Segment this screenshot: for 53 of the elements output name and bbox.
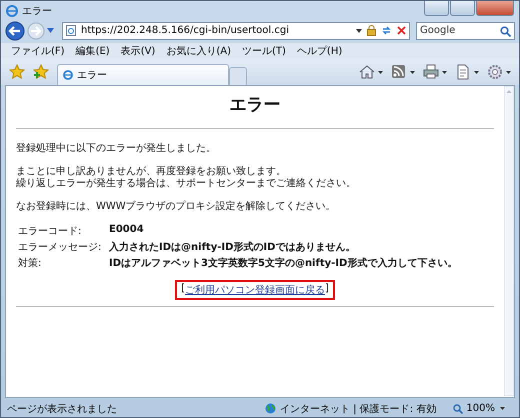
paragraph-text: 繰り返しエラーが発生する場合は、サポートセンターまでご連絡ください。 xyxy=(16,178,357,190)
globe-icon xyxy=(265,403,276,414)
menu-item[interactable]: お気に入り(A) xyxy=(166,44,231,58)
page-heading: エラー xyxy=(228,94,282,116)
back-link[interactable]: ご利用パソコン登録画面に戻る xyxy=(185,283,325,297)
dropdown-icon[interactable] xyxy=(506,70,511,74)
detail-label: エラーメッセージ: xyxy=(18,241,102,254)
detail-label: エラーコード: xyxy=(18,225,82,238)
home-icon[interactable] xyxy=(359,64,375,80)
bracket-text: ] xyxy=(325,283,329,296)
page-icon[interactable] xyxy=(455,64,471,80)
dropdown-icon[interactable] xyxy=(442,70,447,74)
paragraph-text: まことに申し訳ありませんが、再度登録をお願い致します。 xyxy=(16,166,287,178)
detail-value: IDはアルファベット3文字英数字5文字の@nifty-ID形式で入力して下さい。 xyxy=(109,256,458,270)
status-text: ページが表示されました xyxy=(7,402,118,416)
paragraph-text: なお登録時には、WWWブラウザのプロキシ設定を解除してください。 xyxy=(16,201,337,213)
detail-label: 対策: xyxy=(18,256,42,270)
detail-value: E0004 xyxy=(109,224,145,237)
refresh-icon[interactable] xyxy=(381,25,392,36)
lock-icon xyxy=(367,25,376,36)
page-icon xyxy=(66,25,76,36)
dropdown-icon[interactable] xyxy=(410,70,415,74)
zoom-control[interactable]: 100% xyxy=(453,403,505,414)
maximize-button[interactable] xyxy=(450,1,475,16)
dropdown-icon[interactable] xyxy=(378,70,383,74)
minimize-button[interactable] xyxy=(424,1,449,16)
browser-icon xyxy=(6,4,18,16)
print-icon[interactable] xyxy=(423,64,439,80)
browser-tab[interactable]: エラー xyxy=(57,64,229,85)
menu-item[interactable]: ヘルプ(H) xyxy=(296,44,342,58)
settings-icon[interactable] xyxy=(487,64,503,80)
menu-item[interactable]: 編集(E) xyxy=(76,44,110,58)
browser-icon xyxy=(63,70,73,80)
bracket-text: [ xyxy=(181,283,185,296)
star-icon[interactable] xyxy=(9,64,25,80)
menu-item[interactable]: ツール(T) xyxy=(242,44,286,58)
back-icon[interactable] xyxy=(5,20,25,40)
window-title: エラー xyxy=(22,4,52,18)
menu-item[interactable]: 表示(V) xyxy=(120,44,156,58)
paragraph-text: 登録処理中に以下のエラーが発生しました。 xyxy=(16,143,217,155)
dropdown-icon[interactable] xyxy=(500,407,505,410)
menu-item[interactable]: ファイル(F) xyxy=(11,44,65,58)
status-zone-text: インターネット | 保護モード: 有効 xyxy=(280,402,436,416)
dropdown-icon[interactable] xyxy=(474,70,479,74)
address-field[interactable]: https://202.248.5.166/cgi-bin/usertool.cgi xyxy=(62,22,410,40)
stop-icon[interactable] xyxy=(397,26,406,35)
feed-icon[interactable] xyxy=(391,64,407,80)
zoom-icon xyxy=(453,404,464,414)
search-field[interactable]: Google xyxy=(416,22,515,40)
search-icon[interactable] xyxy=(500,26,511,36)
detail-value: 入力されたIDは@nifty-ID形式のIDではありません。 xyxy=(109,240,356,254)
dropdown-icon[interactable] xyxy=(356,28,362,32)
star-add-icon[interactable] xyxy=(33,64,49,80)
